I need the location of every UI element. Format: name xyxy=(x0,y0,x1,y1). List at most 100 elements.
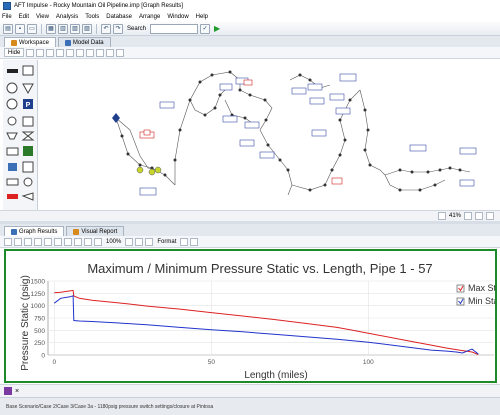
close-icon[interactable]: × xyxy=(15,388,19,395)
pump-tool-icon xyxy=(6,98,18,110)
breaker-tool-icon xyxy=(7,194,18,199)
chart-ticks: 0 250 500 750 1000 1250 1500 0 50 100 xyxy=(31,279,375,367)
model-data-tab-icon xyxy=(64,39,71,46)
y-tick-label: 1000 xyxy=(31,303,46,310)
tab-visual-report[interactable]: Visual Report xyxy=(66,226,125,236)
palette-icons[interactable]: P xyxy=(3,60,38,210)
zoom-out-icon[interactable] xyxy=(437,212,446,220)
toolbar-divider xyxy=(96,23,97,34)
workspace-tab-icon xyxy=(11,39,17,46)
menu-view[interactable]: View xyxy=(36,14,49,20)
pan-icon[interactable] xyxy=(56,48,65,57)
series-line-min-static xyxy=(53,295,479,355)
pressure-chart[interactable]: Maximum / Minimum Pressure Static vs. Le… xyxy=(6,251,495,381)
graph-icon[interactable]: ▨ xyxy=(82,23,92,34)
graph-zoom-level[interactable]: 100% xyxy=(106,239,121,245)
y-tick-label: 1500 xyxy=(31,279,46,286)
chart-legend: Max Static Min Static xyxy=(456,283,495,306)
graph-save-icon[interactable] xyxy=(14,237,22,246)
graph-pan-icon[interactable] xyxy=(135,237,144,246)
graph-zoom-reset-icon[interactable] xyxy=(125,237,134,246)
spray-tool-icon xyxy=(6,132,18,140)
tab-graph-results-label: Graph Results xyxy=(19,228,58,235)
menu-database[interactable]: Database xyxy=(106,14,132,20)
chart-series xyxy=(53,289,479,355)
fit-icon[interactable] xyxy=(475,212,483,220)
search-dropdown[interactable] xyxy=(150,23,199,34)
menu-edit[interactable]: Edit xyxy=(19,14,29,20)
align-icon[interactable] xyxy=(76,48,85,57)
red-label-box xyxy=(243,79,253,86)
y-tick-label: 250 xyxy=(34,340,45,347)
output-icon[interactable]: ▧ xyxy=(70,23,80,34)
run-icon[interactable]: ▶ xyxy=(212,24,222,34)
zoom-out-icon[interactable] xyxy=(46,48,55,57)
app-icon xyxy=(3,1,11,10)
redo-icon[interactable]: ↷ xyxy=(113,23,123,34)
label-boxes xyxy=(139,73,477,196)
print-icon[interactable]: ▭ xyxy=(27,23,37,34)
annotation-icon[interactable] xyxy=(66,48,75,57)
tab-model-data[interactable]: Model Data xyxy=(57,37,111,47)
format-button[interactable]: Format xyxy=(157,239,176,245)
tab-graph-results[interactable]: Graph Results xyxy=(4,226,65,236)
graph-lock-icon[interactable] xyxy=(190,237,199,246)
orifice-tool-icon xyxy=(23,177,33,187)
red-label-box xyxy=(143,129,151,136)
workspace-canvas[interactable] xyxy=(40,60,495,210)
legend-label: Min Static xyxy=(468,296,495,306)
graph-copy-icon[interactable] xyxy=(34,237,42,246)
graph-animate-icon[interactable] xyxy=(64,237,72,246)
bottom-tab-strip: × xyxy=(0,384,500,397)
status-bar: Base Scenario/Case 2/Case 3/Case 3a - 11… xyxy=(0,397,500,415)
tab-model-data-label: Model Data xyxy=(72,39,104,46)
reservoir-tool-icon xyxy=(22,65,34,76)
tee-tool-icon xyxy=(7,116,17,126)
grid-icon[interactable] xyxy=(86,48,95,57)
open-icon[interactable]: ▤ xyxy=(3,23,13,34)
junction-tool-icon xyxy=(6,82,18,94)
scenario-path: Base Scenario/Case 2/Case 3/Case 3a - 11… xyxy=(6,403,214,410)
menu-help[interactable]: Help xyxy=(196,14,208,20)
graph-move-icon[interactable] xyxy=(180,237,189,246)
model-data-icon[interactable]: ▥ xyxy=(58,23,68,34)
y-tick-label: 750 xyxy=(34,316,45,323)
graph-document-icon[interactable] xyxy=(4,387,12,395)
hand-icon[interactable] xyxy=(106,48,115,57)
graph-print-icon[interactable] xyxy=(24,237,32,246)
zoom-in-icon[interactable] xyxy=(464,212,472,220)
graph-list-icon[interactable] xyxy=(4,237,12,246)
overview-icon[interactable] xyxy=(486,212,494,220)
format-icon[interactable] xyxy=(145,237,154,246)
graph-export-icon[interactable] xyxy=(44,237,52,246)
menu-analysis[interactable]: Analysis xyxy=(56,14,78,20)
zoom-icon[interactable] xyxy=(94,237,102,246)
check-valve-tool-icon xyxy=(21,131,35,141)
workspace-status-bar: 41% xyxy=(0,210,500,221)
eye-icon[interactable] xyxy=(116,48,125,57)
graph-settings-icon[interactable] xyxy=(54,237,62,246)
save-icon[interactable]: ▪ xyxy=(15,23,25,34)
menu-tools[interactable]: Tools xyxy=(85,14,99,20)
select-tool-icon[interactable] xyxy=(26,48,35,57)
workspace-icon[interactable]: ▦ xyxy=(46,23,56,34)
search-label: Search xyxy=(127,25,147,32)
valve-tool-icon xyxy=(22,83,34,95)
window-title: AFT Impulse - Rocky Mountain Oil Pipelin… xyxy=(14,2,183,9)
tab-workspace[interactable]: Workspace xyxy=(4,37,56,47)
menu-file[interactable]: File xyxy=(2,14,12,20)
undo-icon[interactable]: ↶ xyxy=(101,23,111,34)
hide-button[interactable]: Hide xyxy=(4,48,25,57)
menu-arrange[interactable]: Arrange xyxy=(139,14,160,20)
main-toolbar: ▤ ▪ ▭ ▦ ▥ ▧ ▨ ↶ ↷ Search ✓ ▶ xyxy=(0,22,500,36)
x-tick-label: 50 xyxy=(208,359,216,366)
zoom-in-icon[interactable] xyxy=(36,48,45,57)
pointer-icon[interactable] xyxy=(96,48,105,57)
graph-stack-icon[interactable] xyxy=(74,237,82,246)
menu-window[interactable]: Window xyxy=(167,14,188,20)
graph-filter-icon[interactable] xyxy=(84,237,92,246)
heat-exchanger-tool-icon xyxy=(8,163,17,171)
pipe-network-diagram[interactable] xyxy=(40,60,495,210)
y-tick-label: 500 xyxy=(34,328,45,335)
check-icon[interactable]: ✓ xyxy=(200,23,211,34)
